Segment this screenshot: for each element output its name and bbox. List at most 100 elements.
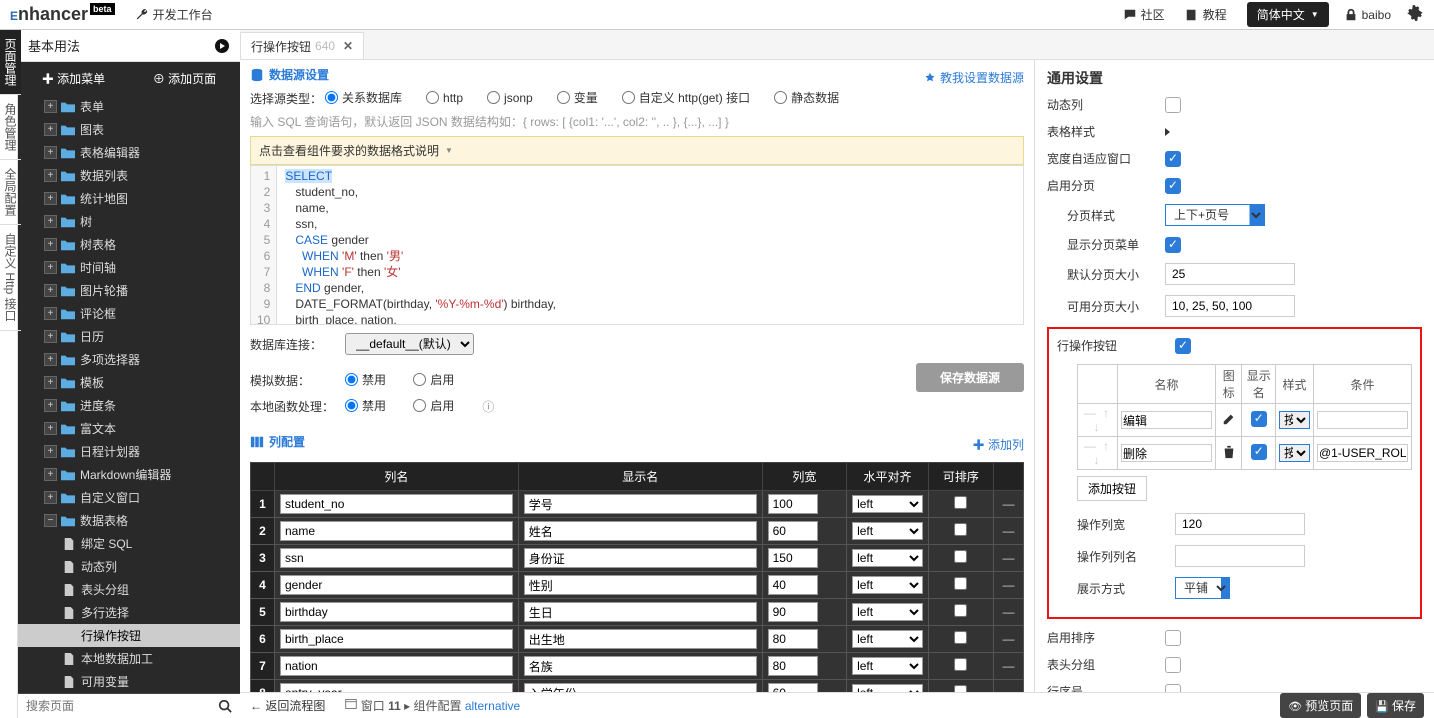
btn-cond-input[interactable]: [1317, 444, 1408, 462]
colname-input[interactable]: [280, 548, 513, 568]
tree-item[interactable]: +评论框: [18, 302, 240, 325]
dispname-input[interactable]: [524, 656, 757, 676]
sortable-check[interactable]: [954, 604, 967, 617]
back-link[interactable]: ← 返回流程图: [250, 697, 325, 714]
source-type-4[interactable]: 自定义 http(get) 接口: [622, 89, 750, 106]
add-column-link[interactable]: ✚ 添加列: [973, 436, 1024, 453]
tree-item[interactable]: +日程计划器: [18, 440, 240, 463]
btn-cond-input[interactable]: [1317, 411, 1408, 429]
sort-check[interactable]: [1165, 630, 1181, 646]
source-type-3[interactable]: 变量: [557, 89, 598, 106]
save-datasource-btn[interactable]: 保存数据源: [916, 363, 1024, 392]
align-select[interactable]: left: [852, 657, 923, 675]
pagesizes-input[interactable]: [1165, 295, 1295, 317]
sortable-check[interactable]: [954, 685, 967, 692]
tree-item[interactable]: 多行选择: [18, 601, 240, 624]
settings-gear[interactable]: [1406, 4, 1424, 25]
colname-input[interactable]: [280, 575, 513, 595]
width-input[interactable]: [768, 602, 818, 622]
width-input[interactable]: [768, 683, 818, 692]
add-menu-btn[interactable]: ✚ 添加菜单: [18, 66, 129, 91]
vtab-http-interface[interactable]: 自定义 Http 接口: [0, 225, 21, 331]
width-input[interactable]: [768, 629, 818, 649]
tree-item[interactable]: 可用变量: [18, 670, 240, 693]
vtab-global-config[interactable]: 全局配置: [0, 160, 21, 225]
sortable-check[interactable]: [954, 631, 967, 644]
btn-style-select[interactable]: 按钮: [1279, 411, 1310, 429]
paging-check[interactable]: [1165, 178, 1181, 194]
sortable-check[interactable]: [954, 658, 967, 671]
thgroup-check[interactable]: [1165, 657, 1181, 673]
row-handles[interactable]: — ↑ ↓: [1084, 439, 1111, 467]
align-select[interactable]: left: [852, 684, 923, 692]
align-select[interactable]: left: [852, 630, 923, 648]
format-hint-bar[interactable]: 点击查看组件要求的数据格式说明: [250, 136, 1024, 165]
localfn-disable[interactable]: 禁用: [345, 397, 386, 414]
pagesize-input[interactable]: [1165, 263, 1295, 285]
rownum-check[interactable]: [1165, 684, 1181, 693]
align-select[interactable]: left: [852, 495, 923, 513]
localfn-enable[interactable]: 启用: [413, 397, 454, 414]
tree-item[interactable]: +日历: [18, 325, 240, 348]
colname-input[interactable]: [280, 494, 513, 514]
align-select[interactable]: left: [852, 549, 923, 567]
sortable-check[interactable]: [954, 550, 967, 563]
pagestyle-select[interactable]: 上下+页号: [1165, 204, 1265, 226]
vtab-role-manage[interactable]: 角色管理: [0, 95, 21, 160]
tree-item[interactable]: +多项选择器: [18, 348, 240, 371]
colname-input[interactable]: [280, 521, 513, 541]
source-type-0[interactable]: 关系数据库: [325, 89, 402, 106]
colname-input[interactable]: [280, 602, 513, 622]
dispname-input[interactable]: [524, 575, 757, 595]
user-badge[interactable]: baibo: [1344, 8, 1391, 22]
tree-item[interactable]: +时间轴: [18, 256, 240, 279]
add-row-button[interactable]: 添加按钮: [1077, 476, 1147, 501]
align-select[interactable]: left: [852, 522, 923, 540]
source-type-2[interactable]: jsonp: [487, 91, 533, 105]
dispname-input[interactable]: [524, 629, 757, 649]
tab-close[interactable]: ✕: [343, 39, 353, 53]
btn-disp-check[interactable]: [1251, 444, 1267, 460]
db-conn-select[interactable]: __default__(默认): [345, 333, 474, 355]
width-input[interactable]: [768, 575, 818, 595]
tree-item[interactable]: 绑定 SQL: [18, 532, 240, 555]
row-handles[interactable]: — ↑ ↓: [1084, 406, 1111, 434]
preview-button[interactable]: 👁 预览页面: [1280, 693, 1361, 718]
tree-item[interactable]: +数据列表: [18, 164, 240, 187]
tree-item[interactable]: +富文本: [18, 417, 240, 440]
tree-item[interactable]: +图片轮播: [18, 279, 240, 302]
source-type-1[interactable]: http: [426, 91, 463, 105]
tree-item[interactable]: +统计地图: [18, 187, 240, 210]
play-icon[interactable]: [214, 38, 230, 54]
align-select[interactable]: left: [852, 576, 923, 594]
colname-input[interactable]: [280, 683, 513, 692]
btn-icon[interactable]: [1216, 437, 1242, 470]
dispname-input[interactable]: [524, 683, 757, 692]
btn-style-select[interactable]: 按钮: [1279, 444, 1310, 462]
width-input[interactable]: [768, 548, 818, 568]
tutorial-link[interactable]: 教程: [1185, 6, 1227, 23]
opname-input[interactable]: [1175, 545, 1305, 567]
dispname-input[interactable]: [524, 494, 757, 514]
dispname-input[interactable]: [524, 602, 757, 622]
display-select[interactable]: 平铺: [1175, 577, 1230, 599]
tree-item[interactable]: 本地数据加工: [18, 647, 240, 670]
tree-item[interactable]: 动态列: [18, 555, 240, 578]
tree-item[interactable]: −数据表格: [18, 509, 240, 532]
datasource-help[interactable]: 教我设置数据源: [924, 69, 1024, 86]
opwidth-input[interactable]: [1175, 513, 1305, 535]
source-type-5[interactable]: 静态数据: [774, 89, 839, 106]
expand-icon[interactable]: [1165, 128, 1170, 136]
dispname-input[interactable]: [524, 548, 757, 568]
tree-item[interactable]: +模板: [18, 371, 240, 394]
tree-item[interactable]: 表头分组: [18, 578, 240, 601]
save-button[interactable]: 💾 保存: [1367, 693, 1424, 718]
vtab-page-manage[interactable]: 页面管理: [0, 30, 21, 95]
workbench-link[interactable]: 开发工作台: [135, 6, 213, 23]
dispname-input[interactable]: [524, 521, 757, 541]
tree-search-input[interactable]: [18, 694, 210, 718]
tree-item[interactable]: +表格编辑器: [18, 141, 240, 164]
community-link[interactable]: 社区: [1123, 6, 1165, 23]
help-icon[interactable]: ⓘ: [482, 398, 494, 415]
colname-input[interactable]: [280, 629, 513, 649]
